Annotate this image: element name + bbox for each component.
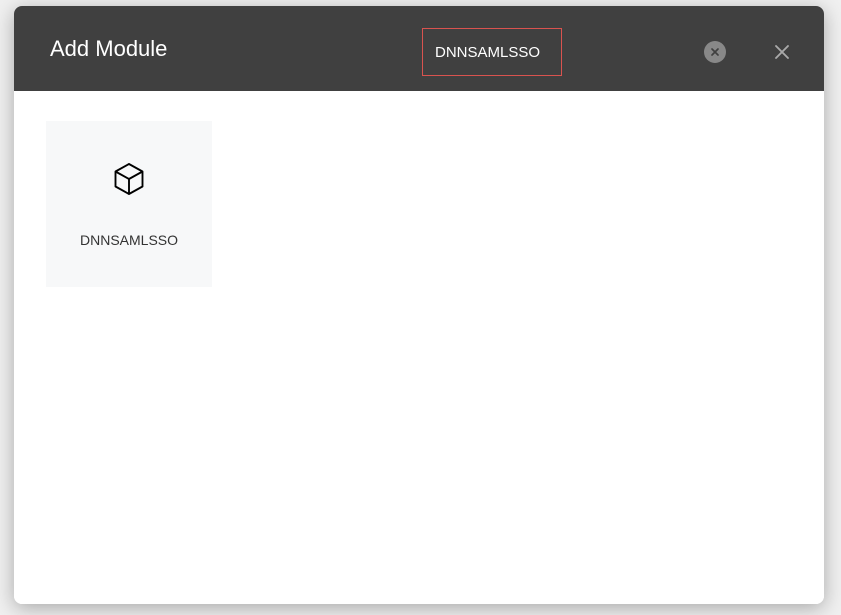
add-module-modal: Add Module DNNSAMLSSO xyxy=(14,6,824,604)
module-label: DNNSAMLSSO xyxy=(80,232,178,248)
close-button[interactable] xyxy=(768,38,796,66)
close-icon xyxy=(773,43,791,61)
clear-icon xyxy=(709,46,721,58)
modal-title: Add Module xyxy=(50,36,167,62)
modal-header: Add Module xyxy=(14,6,824,91)
clear-search-button[interactable] xyxy=(704,41,726,63)
cube-icon xyxy=(111,161,147,202)
module-card[interactable]: DNNSAMLSSO xyxy=(46,121,212,287)
search-input[interactable] xyxy=(422,28,562,76)
modal-body: DNNSAMLSSO xyxy=(14,91,824,604)
